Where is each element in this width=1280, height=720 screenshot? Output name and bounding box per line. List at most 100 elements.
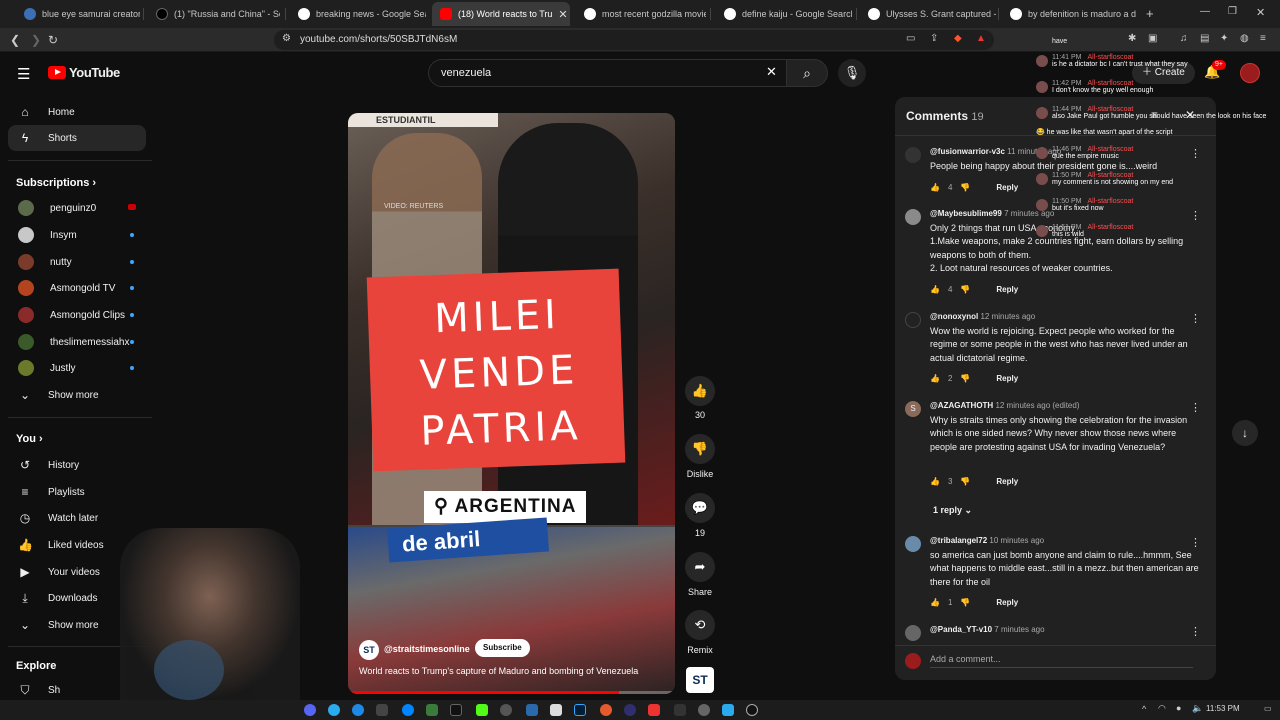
url-field[interactable]: youtube.com/shorts/50SBJTdN6sM bbox=[274, 30, 994, 50]
thumbs-down-icon[interactable]: 👎 bbox=[960, 183, 970, 192]
leo-icon[interactable]: ✦ bbox=[1220, 33, 1228, 44]
wifi-icon[interactable]: ◠ bbox=[1158, 703, 1166, 714]
channel-avatar[interactable]: ST bbox=[359, 640, 379, 660]
taskbar-app-icon[interactable] bbox=[402, 704, 414, 716]
reply-button[interactable]: Reply bbox=[996, 285, 1018, 294]
close-window-icon[interactable]: ✕ bbox=[1256, 6, 1265, 19]
you-heading[interactable]: You › bbox=[16, 433, 43, 445]
show-more-subscriptions[interactable]: ⌄ Show more bbox=[8, 382, 146, 408]
video-progress-bar[interactable] bbox=[348, 691, 675, 694]
minimize-icon[interactable]: — bbox=[1200, 6, 1210, 17]
clock[interactable]: 11:53 PM bbox=[1206, 704, 1240, 713]
site-info-icon[interactable]: ⚙ bbox=[282, 33, 291, 44]
subscribe-button[interactable]: Subscribe bbox=[475, 639, 530, 657]
taskbar-app-icon[interactable] bbox=[746, 704, 758, 716]
taskbar-app-icon[interactable] bbox=[328, 704, 340, 716]
avatar[interactable] bbox=[905, 625, 921, 641]
taskbar-app-icon[interactable] bbox=[574, 704, 586, 716]
clear-search-icon[interactable]: ✕ bbox=[766, 64, 777, 80]
taskbar-app-icon[interactable] bbox=[352, 704, 364, 716]
avatar[interactable]: S bbox=[905, 401, 921, 417]
video-title[interactable]: World reacts to Trump's capture of Madur… bbox=[359, 666, 664, 676]
browser-tab[interactable]: define kaiju - Google Search bbox=[716, 2, 852, 26]
dislike-button[interactable]: 👎 bbox=[685, 434, 715, 464]
taskbar-app-icon[interactable] bbox=[600, 704, 612, 716]
sidebar-item-subscription[interactable]: theslimemessiahx bbox=[8, 329, 146, 355]
sidebar-item-subscription[interactable]: Asmongold TV bbox=[8, 275, 146, 301]
mic-tray-icon[interactable]: ● bbox=[1176, 703, 1181, 713]
close-tab-icon[interactable]: ✕ bbox=[558, 8, 567, 21]
taskbar-app-icon[interactable] bbox=[722, 704, 734, 716]
browser-tab[interactable]: (1) "Russia and China" - Search bbox=[148, 2, 280, 26]
restore-icon[interactable]: ❐ bbox=[1228, 6, 1237, 17]
thumbs-down-icon[interactable]: 👎 bbox=[960, 598, 970, 607]
media-icon[interactable]: ♫ bbox=[1180, 33, 1188, 44]
taskbar-app-icon[interactable] bbox=[476, 704, 488, 716]
share-page-icon[interactable]: ⇪ bbox=[930, 33, 938, 44]
brave-shield-icon[interactable]: ◆ bbox=[954, 33, 962, 44]
thumbs-up-icon[interactable]: 👍 bbox=[930, 374, 940, 383]
thumbs-up-icon[interactable]: 👍 bbox=[930, 285, 940, 294]
thumbs-down-icon[interactable]: 👎 bbox=[960, 477, 970, 486]
sidebar-item-subscription[interactable]: Justly bbox=[8, 355, 146, 381]
vpn-icon[interactable]: ◍ bbox=[1240, 33, 1249, 44]
menu-icon[interactable]: ≡ bbox=[1260, 33, 1266, 44]
avatar[interactable] bbox=[905, 536, 921, 552]
like-button[interactable]: 👍 bbox=[685, 376, 715, 406]
scroll-down-button[interactable]: ↓ bbox=[1232, 420, 1258, 446]
voice-search-button[interactable]: 🎙 bbox=[838, 59, 866, 87]
notification-center-icon[interactable]: ▭ bbox=[1264, 704, 1272, 713]
taskbar-app-icon[interactable] bbox=[648, 704, 660, 716]
taskbar-app-icon[interactable] bbox=[674, 704, 686, 716]
taskbar-app-icon[interactable] bbox=[624, 704, 636, 716]
taskbar-app-icon[interactable] bbox=[376, 704, 388, 716]
volume-icon[interactable]: 🔈 bbox=[1192, 703, 1203, 714]
remix-button[interactable]: ⟲ bbox=[685, 610, 715, 640]
view-replies-button[interactable]: 1 reply ⌄ bbox=[933, 505, 972, 516]
browser-tab[interactable]: breaking news - Google Search bbox=[290, 2, 426, 26]
sidebar-item-subscription[interactable]: Insym bbox=[8, 222, 146, 248]
sidebar-item-subscription[interactable]: penguinz0 bbox=[8, 195, 146, 221]
taskbar-app-icon[interactable] bbox=[450, 704, 462, 716]
cast-icon[interactable]: ▭ bbox=[906, 33, 915, 44]
sidebar-toggle-icon[interactable]: ▣ bbox=[1148, 33, 1157, 44]
taskbar-app-icon[interactable] bbox=[526, 704, 538, 716]
taskbar-app-icon[interactable] bbox=[698, 704, 710, 716]
comment-menu-icon[interactable]: ⋮ bbox=[1190, 625, 1201, 638]
comment-menu-icon[interactable]: ⋮ bbox=[1190, 401, 1201, 414]
hamburger-icon[interactable]: ☰ bbox=[17, 65, 30, 83]
share-button[interactable]: ➦ bbox=[685, 552, 715, 582]
sidebar-item-playlists[interactable]: ≡ Playlists bbox=[8, 479, 146, 505]
browser-tab[interactable]: by defenition is maduro a dicta bbox=[1002, 2, 1136, 26]
thumbs-up-icon[interactable]: 👍 bbox=[930, 598, 940, 607]
thumbs-up-icon[interactable]: 👍 bbox=[930, 183, 940, 192]
sidebar-item-history[interactable]: ↺ History bbox=[8, 452, 146, 478]
reply-button[interactable]: Reply bbox=[996, 183, 1018, 192]
reload-icon[interactable]: ↻ bbox=[48, 33, 58, 47]
browser-tab[interactable]: most recent godzilla movie - G bbox=[576, 2, 706, 26]
thumbs-down-icon[interactable]: 👎 bbox=[960, 374, 970, 383]
tray-chevron-icon[interactable]: ^ bbox=[1142, 704, 1146, 714]
comment-menu-icon[interactable]: ⋮ bbox=[1190, 536, 1201, 549]
subscriptions-heading[interactable]: Subscriptions › bbox=[16, 177, 96, 189]
thumbs-down-icon[interactable]: 👎 bbox=[960, 285, 970, 294]
new-tab-icon[interactable]: + bbox=[1146, 6, 1154, 21]
thumbs-up-icon[interactable]: 👍 bbox=[930, 477, 940, 486]
browser-tab[interactable]: blue eye samurai creators also bbox=[16, 2, 140, 26]
browser-tab-active[interactable]: (18) World reacts to Tru ✕ bbox=[432, 2, 570, 26]
taskbar-app-icon[interactable] bbox=[550, 704, 562, 716]
extensions-icon[interactable]: ✱ bbox=[1128, 33, 1136, 44]
sidebar-item-watch-later[interactable]: ◷ Watch later bbox=[8, 505, 146, 531]
reply-button[interactable]: Reply bbox=[996, 477, 1018, 486]
sidebar-item-subscription[interactable]: nutty bbox=[8, 249, 146, 275]
sidebar-item-shorts[interactable]: ϟ Shorts bbox=[8, 125, 146, 151]
search-button[interactable]: ⌕ bbox=[786, 59, 828, 87]
rewards-icon[interactable]: ▲ bbox=[976, 33, 986, 44]
comment-menu-icon[interactable]: ⋮ bbox=[1190, 147, 1201, 160]
sidebar-item-subscription[interactable]: Asmongold Clips bbox=[8, 302, 146, 328]
avatar[interactable] bbox=[905, 209, 921, 225]
comment-menu-icon[interactable]: ⋮ bbox=[1190, 312, 1201, 325]
browser-tab[interactable]: Ulysses S. Grant captured - Go bbox=[860, 2, 996, 26]
comments-button[interactable]: 💬 bbox=[685, 493, 715, 523]
avatar[interactable] bbox=[905, 312, 921, 328]
